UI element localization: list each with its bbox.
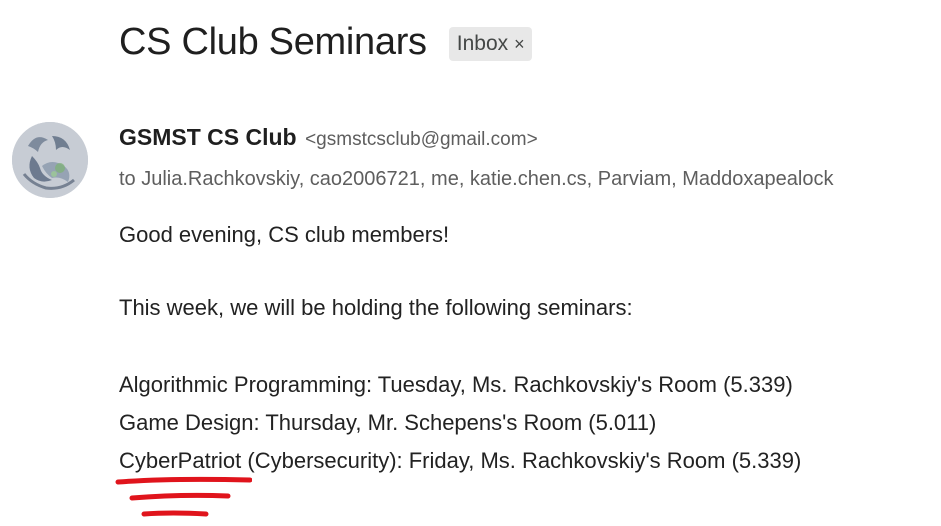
seminar-line: CyberPatriot (Cybersecurity): Friday, Ms… [119,448,802,473]
remove-label-icon[interactable]: × [514,34,525,55]
sender-line: GSMST CS Club <gsmstcsclub@gmail.com> [119,124,538,151]
email-subject: CS Club Seminars [119,21,427,63]
inbox-label-chip[interactable]: Inbox × [448,27,532,61]
sender-email: <gsmstcsclub@gmail.com> [305,129,538,150]
email-intro: This week, we will be holding the follow… [119,295,633,320]
seminar-line: Algorithmic Programming: Tuesday, Ms. Ra… [119,372,793,397]
email-subject-row: CS Club Seminars Inbox × [119,16,532,68]
sender-name[interactable]: GSMST CS Club [119,124,297,150]
sender-avatar[interactable] [12,122,88,198]
seminar-line: Game Design: Thursday, Mr. Schepens's Ro… [119,410,657,435]
club-logo-icon [12,122,88,198]
recipients-line[interactable]: to Julia.Rachkovskiy, cao2006721, me, ka… [119,168,941,191]
inbox-label-text: Inbox [456,32,509,55]
red-underline-annotation [115,476,252,517]
email-greeting: Good evening, CS club members! [119,222,450,247]
